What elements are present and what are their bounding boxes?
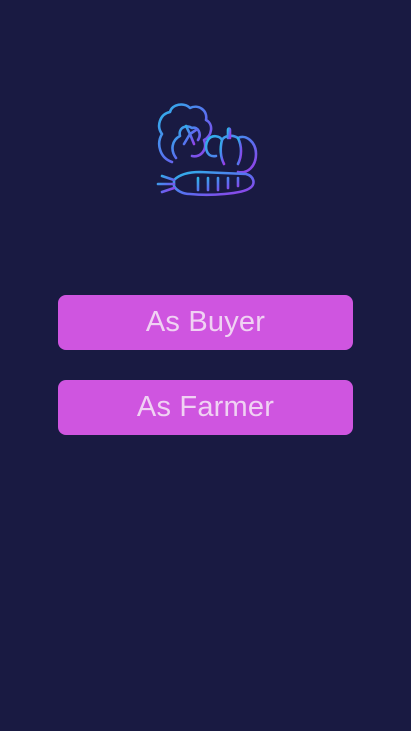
as-buyer-button[interactable]: As Buyer [58, 295, 353, 350]
as-farmer-button[interactable]: As Farmer [58, 380, 353, 435]
vegetables-icon [156, 103, 258, 197]
role-selection-screen: As Buyer As Farmer [0, 0, 411, 731]
